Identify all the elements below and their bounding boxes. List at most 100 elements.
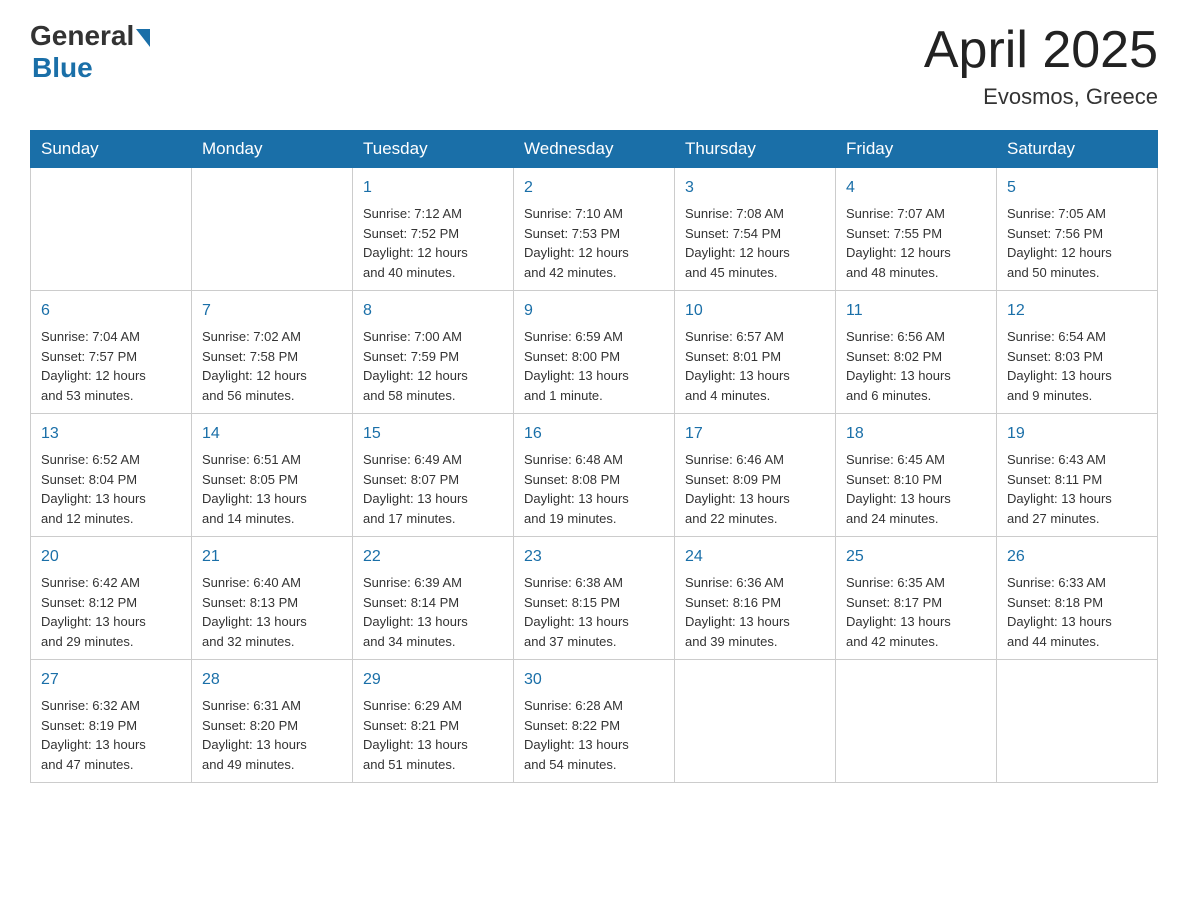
day-info: Sunrise: 6:43 AM Sunset: 8:11 PM Dayligh… — [1007, 450, 1147, 528]
day-info: Sunrise: 6:33 AM Sunset: 8:18 PM Dayligh… — [1007, 573, 1147, 651]
calendar-cell: 19 Sunrise: 6:43 AM Sunset: 8:11 PM Dayli… — [997, 414, 1158, 537]
day-info: Sunrise: 6:35 AM Sunset: 8:17 PM Dayligh… — [846, 573, 986, 651]
day-info: Sunrise: 7:02 AM Sunset: 7:58 PM Dayligh… — [202, 327, 342, 405]
day-number: 26 — [1007, 545, 1147, 569]
day-info: Sunrise: 6:42 AM Sunset: 8:12 PM Dayligh… — [41, 573, 181, 651]
month-title: April 2025 — [924, 20, 1158, 80]
day-number: 9 — [524, 299, 664, 323]
calendar-cell: 28 Sunrise: 6:31 AM Sunset: 8:20 PM Dayli… — [192, 660, 353, 783]
calendar-cell: 12Sunrise: 6:54 AM Sunset: 8:03 PM Dayli… — [997, 291, 1158, 414]
day-number: 24 — [685, 545, 825, 569]
day-info: Sunrise: 6:32 AM Sunset: 8:19 PM Dayligh… — [41, 696, 181, 774]
calendar-week-row-3: 13Sunrise: 6:52 AM Sunset: 8:04 PM Dayli… — [31, 414, 1158, 537]
day-info: Sunrise: 6:56 AM Sunset: 8:02 PM Dayligh… — [846, 327, 986, 405]
calendar-table: SundayMondayTuesdayWednesdayThursdayFrid… — [30, 130, 1158, 783]
calendar-cell: 10 Sunrise: 6:57 AM Sunset: 8:01 PM Dayli… — [675, 291, 836, 414]
calendar-cell: 5Sunrise: 7:05 AM Sunset: 7:56 PM Daylig… — [997, 168, 1158, 291]
calendar-cell: 27 Sunrise: 6:32 AM Sunset: 8:19 PM Dayli… — [31, 660, 192, 783]
calendar-cell: 15 Sunrise: 6:49 AM Sunset: 8:07 PM Dayli… — [353, 414, 514, 537]
weekday-header-monday: Monday — [192, 131, 353, 168]
calendar-header-row: SundayMondayTuesdayWednesdayThursdayFrid… — [31, 131, 1158, 168]
day-number: 15 — [363, 422, 503, 446]
day-number: 28 — [202, 668, 342, 692]
calendar-cell: 7 Sunrise: 7:02 AM Sunset: 7:58 PM Daylig… — [192, 291, 353, 414]
calendar-cell: 17 Sunrise: 6:46 AM Sunset: 8:09 PM Dayli… — [675, 414, 836, 537]
day-info: Sunrise: 7:07 AM Sunset: 7:55 PM Dayligh… — [846, 204, 986, 282]
day-number: 30 — [524, 668, 664, 692]
weekday-header-friday: Friday — [836, 131, 997, 168]
day-info: Sunrise: 6:57 AM Sunset: 8:01 PM Dayligh… — [685, 327, 825, 405]
day-info: Sunrise: 7:05 AM Sunset: 7:56 PM Dayligh… — [1007, 204, 1147, 282]
day-number: 8 — [363, 299, 503, 323]
day-info: Sunrise: 6:40 AM Sunset: 8:13 PM Dayligh… — [202, 573, 342, 651]
calendar-week-row-4: 20 Sunrise: 6:42 AM Sunset: 8:12 PM Dayli… — [31, 537, 1158, 660]
calendar-cell: 18Sunrise: 6:45 AM Sunset: 8:10 PM Dayli… — [836, 414, 997, 537]
weekday-header-thursday: Thursday — [675, 131, 836, 168]
weekday-header-sunday: Sunday — [31, 131, 192, 168]
day-number: 29 — [363, 668, 503, 692]
calendar-cell: 23Sunrise: 6:38 AM Sunset: 8:15 PM Dayli… — [514, 537, 675, 660]
day-number: 19 — [1007, 422, 1147, 446]
calendar-cell: 22Sunrise: 6:39 AM Sunset: 8:14 PM Dayli… — [353, 537, 514, 660]
day-number: 7 — [202, 299, 342, 323]
calendar-cell: 16 Sunrise: 6:48 AM Sunset: 8:08 PM Dayli… — [514, 414, 675, 537]
day-number: 17 — [685, 422, 825, 446]
day-number: 6 — [41, 299, 181, 323]
day-info: Sunrise: 6:51 AM Sunset: 8:05 PM Dayligh… — [202, 450, 342, 528]
calendar-cell: 21Sunrise: 6:40 AM Sunset: 8:13 PM Dayli… — [192, 537, 353, 660]
day-number: 27 — [41, 668, 181, 692]
calendar-cell: 9 Sunrise: 6:59 AM Sunset: 8:00 PM Daylig… — [514, 291, 675, 414]
day-info: Sunrise: 7:00 AM Sunset: 7:59 PM Dayligh… — [363, 327, 503, 405]
calendar-body: 1 Sunrise: 7:12 AM Sunset: 7:52 PM Daylig… — [31, 168, 1158, 783]
day-info: Sunrise: 6:31 AM Sunset: 8:20 PM Dayligh… — [202, 696, 342, 774]
day-info: Sunrise: 6:36 AM Sunset: 8:16 PM Dayligh… — [685, 573, 825, 651]
day-info: Sunrise: 6:46 AM Sunset: 8:09 PM Dayligh… — [685, 450, 825, 528]
day-number: 2 — [524, 176, 664, 200]
weekday-header-wednesday: Wednesday — [514, 131, 675, 168]
day-number: 16 — [524, 422, 664, 446]
calendar-cell: 6Sunrise: 7:04 AM Sunset: 7:57 PM Daylig… — [31, 291, 192, 414]
calendar-cell: 8 Sunrise: 7:00 AM Sunset: 7:59 PM Daylig… — [353, 291, 514, 414]
calendar-week-row-2: 6Sunrise: 7:04 AM Sunset: 7:57 PM Daylig… — [31, 291, 1158, 414]
weekday-header-saturday: Saturday — [997, 131, 1158, 168]
calendar-cell — [997, 660, 1158, 783]
logo: General Blue — [30, 20, 150, 84]
calendar-cell: 25Sunrise: 6:35 AM Sunset: 8:17 PM Dayli… — [836, 537, 997, 660]
day-info: Sunrise: 6:28 AM Sunset: 8:22 PM Dayligh… — [524, 696, 664, 774]
location-text: Evosmos, Greece — [924, 84, 1158, 110]
day-info: Sunrise: 7:08 AM Sunset: 7:54 PM Dayligh… — [685, 204, 825, 282]
page-header: General Blue April 2025 Evosmos, Greece — [30, 20, 1158, 110]
calendar-week-row-5: 27 Sunrise: 6:32 AM Sunset: 8:19 PM Dayli… — [31, 660, 1158, 783]
calendar-cell: 20 Sunrise: 6:42 AM Sunset: 8:12 PM Dayli… — [31, 537, 192, 660]
day-info: Sunrise: 6:54 AM Sunset: 8:03 PM Dayligh… — [1007, 327, 1147, 405]
day-number: 4 — [846, 176, 986, 200]
calendar-cell — [675, 660, 836, 783]
day-info: Sunrise: 6:49 AM Sunset: 8:07 PM Dayligh… — [363, 450, 503, 528]
logo-general-text: General — [30, 20, 134, 52]
calendar-cell: 26 Sunrise: 6:33 AM Sunset: 8:18 PM Dayli… — [997, 537, 1158, 660]
day-number: 10 — [685, 299, 825, 323]
calendar-week-row-1: 1 Sunrise: 7:12 AM Sunset: 7:52 PM Daylig… — [31, 168, 1158, 291]
day-info: Sunrise: 6:48 AM Sunset: 8:08 PM Dayligh… — [524, 450, 664, 528]
day-info: Sunrise: 6:52 AM Sunset: 8:04 PM Dayligh… — [41, 450, 181, 528]
day-info: Sunrise: 7:10 AM Sunset: 7:53 PM Dayligh… — [524, 204, 664, 282]
logo-arrow-icon — [136, 29, 150, 47]
day-number: 3 — [685, 176, 825, 200]
calendar-cell — [192, 168, 353, 291]
calendar-cell — [31, 168, 192, 291]
day-number: 11 — [846, 299, 986, 323]
calendar-cell: 13Sunrise: 6:52 AM Sunset: 8:04 PM Dayli… — [31, 414, 192, 537]
day-info: Sunrise: 7:12 AM Sunset: 7:52 PM Dayligh… — [363, 204, 503, 282]
day-number: 1 — [363, 176, 503, 200]
weekday-header-tuesday: Tuesday — [353, 131, 514, 168]
day-info: Sunrise: 6:29 AM Sunset: 8:21 PM Dayligh… — [363, 696, 503, 774]
calendar-cell: 3 Sunrise: 7:08 AM Sunset: 7:54 PM Daylig… — [675, 168, 836, 291]
day-number: 18 — [846, 422, 986, 446]
calendar-cell: 14 Sunrise: 6:51 AM Sunset: 8:05 PM Dayli… — [192, 414, 353, 537]
day-info: Sunrise: 6:59 AM Sunset: 8:00 PM Dayligh… — [524, 327, 664, 405]
day-number: 20 — [41, 545, 181, 569]
calendar-cell: 4 Sunrise: 7:07 AM Sunset: 7:55 PM Daylig… — [836, 168, 997, 291]
day-number: 22 — [363, 545, 503, 569]
calendar-cell: 1 Sunrise: 7:12 AM Sunset: 7:52 PM Daylig… — [353, 168, 514, 291]
day-number: 14 — [202, 422, 342, 446]
